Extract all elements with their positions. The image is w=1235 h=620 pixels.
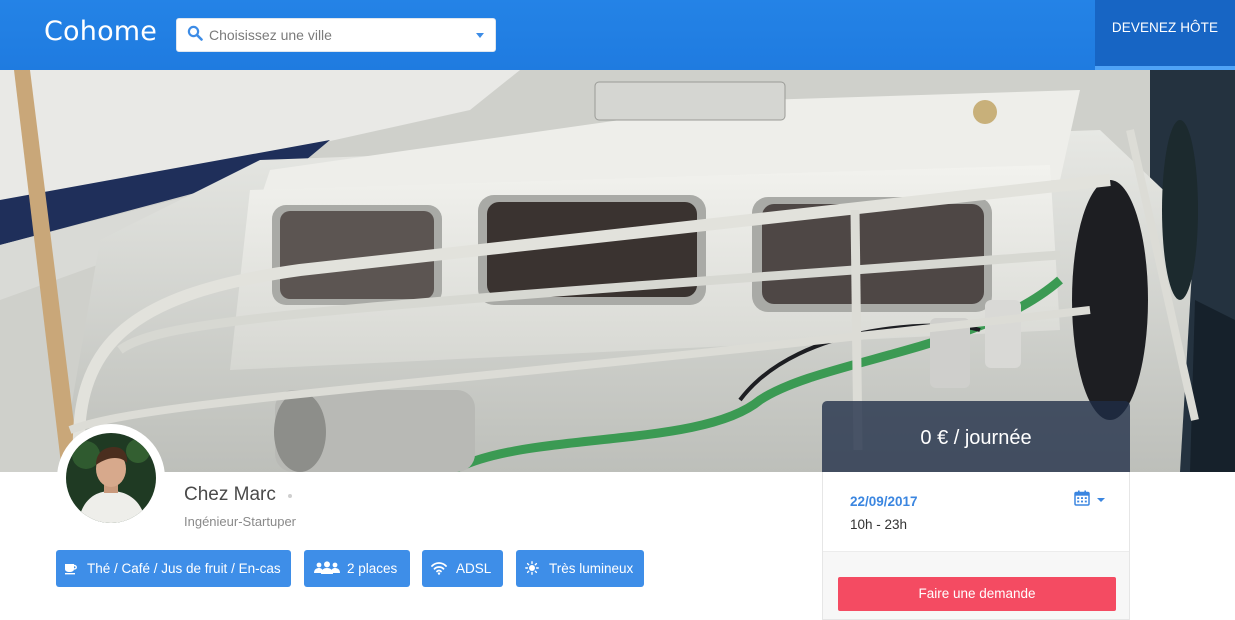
amenity-tag-refreshments[interactable]: Thé / Café / Jus de fruit / En-cas	[56, 550, 291, 587]
host-occupation: Ingénieur-Startuper	[184, 514, 297, 529]
amenity-tag-bright[interactable]: Très lumineux	[516, 550, 644, 587]
city-search-select[interactable]	[176, 18, 496, 52]
booking-date: 22/09/2017	[850, 494, 918, 509]
booking-panel: 22/09/2017 10h - 23h Faire une demande	[822, 472, 1130, 620]
amenity-tag-adsl[interactable]: ADSL	[422, 550, 503, 587]
coffee-cup-icon	[65, 564, 77, 575]
host-name: Chez Marc	[184, 484, 276, 505]
booking-hours: 10h - 23h	[850, 517, 908, 532]
people-icon	[314, 561, 340, 574]
price-per-day: 0 € / journée	[920, 427, 1032, 449]
amenity-tag-label: Très lumineux	[549, 561, 634, 576]
amenity-tag-label: 2 places	[347, 561, 398, 576]
search-icon	[187, 25, 203, 41]
booking-date-section: 22/09/2017 10h - 23h	[823, 472, 1129, 552]
calendar-dropdown-button[interactable]	[1074, 490, 1108, 510]
request-booking-button[interactable]: Faire une demande	[838, 577, 1116, 611]
calendar-icon	[1074, 490, 1090, 506]
chevron-down-icon[interactable]	[476, 33, 484, 38]
amenity-tag-places[interactable]: 2 places	[304, 550, 410, 587]
sun-icon	[525, 561, 539, 575]
avatar[interactable]	[66, 433, 156, 523]
amenity-tag-label: ADSL	[456, 561, 492, 576]
brand-logo[interactable]: Cohome	[44, 16, 157, 47]
become-host-button[interactable]: DEVENEZ HÔTE	[1095, 0, 1235, 66]
wifi-icon	[431, 562, 447, 575]
price-box: 0 € / journée	[822, 401, 1130, 472]
amenity-tag-label: Thé / Café / Jus de fruit / En-cas	[87, 561, 281, 576]
host-portrait	[66, 433, 156, 523]
chevron-down-icon	[1097, 498, 1105, 502]
city-search-input[interactable]	[209, 19, 459, 51]
online-status-dot	[288, 494, 292, 498]
top-navbar: Cohome DEVENEZ HÔTE	[0, 0, 1235, 70]
